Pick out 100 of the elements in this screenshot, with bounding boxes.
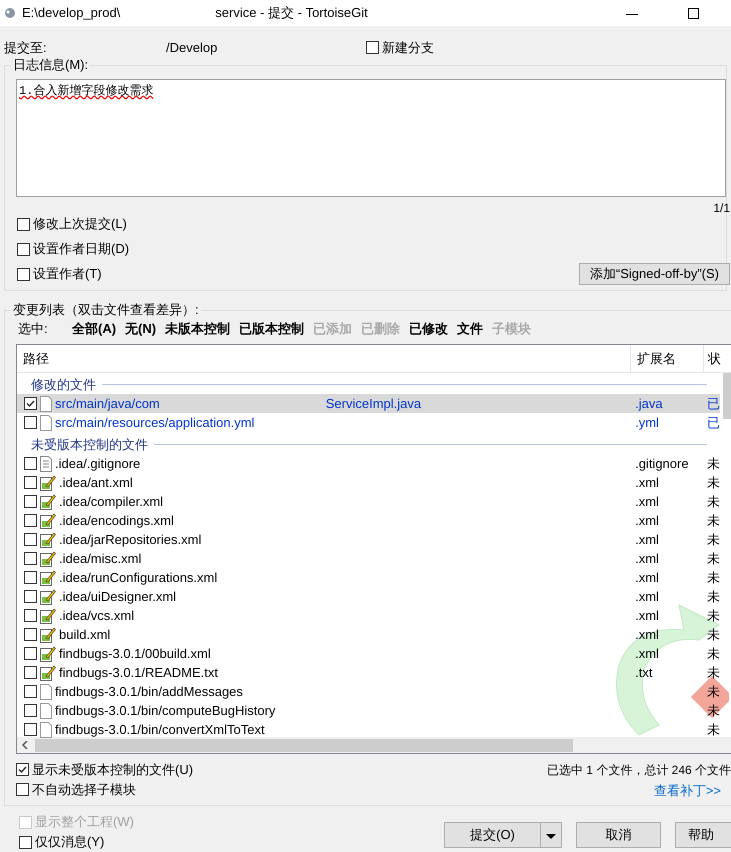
checkbox[interactable] (24, 685, 37, 698)
commit-split-button[interactable]: 提交(O) (444, 822, 562, 848)
file-row[interactable]: .idea/uiDesigner.xml .xml 未 (17, 587, 720, 606)
checkbox-label: 修改上次提交(L) (33, 215, 127, 234)
file-row[interactable]: .idea/runConfigurations.xml .xml 未 (17, 568, 720, 587)
file-path: .idea/misc.xml (59, 550, 142, 568)
maximize-icon[interactable] (688, 8, 699, 18)
file-path: .idea/compiler.xml (59, 492, 164, 511)
file-row[interactable]: findbugs-3.0.1/bin/addMessages 未 (17, 682, 720, 701)
commit-to-label: 提交至: (4, 38, 48, 57)
filter-link[interactable]: 全部(A) (72, 319, 116, 339)
scrollbar-thumb[interactable] (35, 738, 573, 752)
edited-file-icon (40, 550, 56, 566)
checkbox[interactable] (24, 723, 37, 736)
file-extension: .xml (635, 646, 659, 661)
filter-link[interactable]: 无(N) (125, 319, 156, 339)
edited-file-icon (40, 664, 56, 680)
file-path: findbugs-3.0.1/bin/addMessages (55, 682, 243, 701)
group-header: 未受版本控制的文件 (31, 436, 148, 454)
checkbox[interactable] (366, 41, 379, 54)
file-path: .idea/vcs.xml (59, 606, 134, 625)
file-row[interactable]: .idea/encodings.xml .xml 未 (17, 511, 720, 530)
file-extension: .txt (635, 664, 652, 680)
column-header[interactable]: 扩展名 (631, 345, 704, 372)
file-row[interactable]: src/main/resources/application.yml .yml 已 (17, 413, 720, 432)
file-status: 未 (706, 702, 720, 720)
commit-button[interactable]: 提交(O) (445, 823, 540, 847)
checkbox[interactable] (16, 763, 29, 776)
file-status: 未 (706, 454, 720, 473)
checkbox[interactable] (24, 628, 37, 641)
help-button[interactable]: 帮助 (675, 822, 731, 848)
filter-link[interactable]: 已版本控制 (239, 319, 304, 339)
file-status: 未 (706, 512, 720, 530)
edited-file-icon (40, 626, 56, 642)
file-extension: .xml (635, 626, 659, 642)
cancel-button[interactable]: 取消 (576, 822, 661, 848)
file-status: 未 (706, 550, 720, 568)
checkbox[interactable] (24, 704, 37, 717)
checkbox[interactable] (24, 571, 37, 584)
file-status: 未 (706, 626, 720, 644)
file-status: 未 (706, 474, 720, 492)
checkbox[interactable] (17, 242, 30, 256)
file-row[interactable]: findbugs-3.0.1/README.txt .txt 未 (17, 663, 720, 682)
file-row[interactable]: .idea/ant.xml .xml 未 (17, 473, 720, 492)
checkbox[interactable] (24, 609, 37, 622)
vertical-scrollbar[interactable] (723, 373, 731, 419)
checkbox[interactable] (17, 268, 30, 280)
signoff-button[interactable]: 添加“Signed-off-by”(S) (578, 263, 730, 285)
line-counter: 1/1 (713, 201, 730, 215)
file-path: findbugs-3.0.1/00build.xml (59, 644, 211, 663)
file-row[interactable]: .idea/.gitignore .gitignore 未 (17, 454, 720, 473)
file-row[interactable]: .idea/compiler.xml .xml 未 (17, 492, 720, 511)
column-header[interactable]: 路径 (17, 345, 631, 372)
file-icon (40, 414, 52, 430)
file-row[interactable]: findbugs-3.0.1/bin/convertXmlToText 未 (17, 720, 720, 739)
filter-link[interactable]: 已修改 (409, 319, 448, 339)
checkbox-label: 显示未受版本控制的文件(U) (32, 760, 194, 779)
filter-link[interactable]: 未版本控制 (165, 319, 230, 339)
file-row[interactable]: findbugs-3.0.1/00build.xml .xml 未 (17, 644, 720, 663)
file-path: .idea/uiDesigner.xml (59, 588, 176, 606)
view-patch-link[interactable]: 查看补丁>> (654, 781, 721, 800)
checkbox[interactable] (24, 590, 37, 603)
checkbox[interactable] (16, 783, 29, 796)
filter-link[interactable]: 文件 (457, 319, 484, 339)
file-path: .idea/encodings.xml (59, 512, 174, 530)
horizontal-scrollbar[interactable] (17, 737, 731, 753)
file-row[interactable]: findbugs-3.0.1/bin/computeBugHistory 未 (17, 701, 720, 720)
checkbox[interactable] (24, 476, 37, 489)
edited-file-icon (40, 494, 56, 510)
checkbox[interactable] (24, 647, 37, 660)
column-header[interactable]: 状 (704, 345, 721, 372)
checkbox[interactable] (24, 495, 37, 508)
file-icon (40, 684, 52, 700)
file-extension: .xml (635, 532, 659, 547)
checkbox[interactable] (19, 836, 32, 848)
scroll-left-icon[interactable] (21, 741, 29, 749)
text-file-icon (40, 456, 52, 472)
file-row[interactable]: .idea/vcs.xml .xml 未 (17, 606, 720, 625)
file-row[interactable]: .idea/jarRepositories.xml .xml 未 (17, 530, 720, 549)
checkbox[interactable] (24, 533, 37, 546)
file-path: .idea/ant.xml (59, 474, 133, 492)
checkbox-label: 设置作者(T) (33, 265, 102, 284)
checkbox[interactable] (24, 397, 37, 410)
checkbox[interactable] (24, 514, 37, 527)
checkbox[interactable] (24, 666, 37, 679)
file-icon (40, 702, 52, 718)
file-extension: .java (635, 396, 663, 411)
checkbox[interactable] (24, 457, 37, 470)
message-field[interactable]: 1.合入新增字段修改需求 (16, 79, 726, 197)
file-row[interactable]: .idea/misc.xml .xml 未 (17, 549, 720, 568)
file-row[interactable]: src/main/java/com ServiceImpl.java .java 已 (17, 394, 720, 413)
checkbox[interactable] (24, 416, 37, 429)
file-status: 未 (706, 606, 720, 625)
file-status: 未 (706, 720, 720, 739)
file-extension: .xml (635, 570, 659, 585)
minimize-icon[interactable] (626, 14, 638, 16)
file-row[interactable]: build.xml .xml 未 (17, 625, 720, 644)
selection-summary: 已选中 1 个文件，总计 246 个文件 (546, 762, 731, 778)
checkbox[interactable] (17, 218, 30, 230)
checkbox[interactable] (24, 552, 37, 565)
